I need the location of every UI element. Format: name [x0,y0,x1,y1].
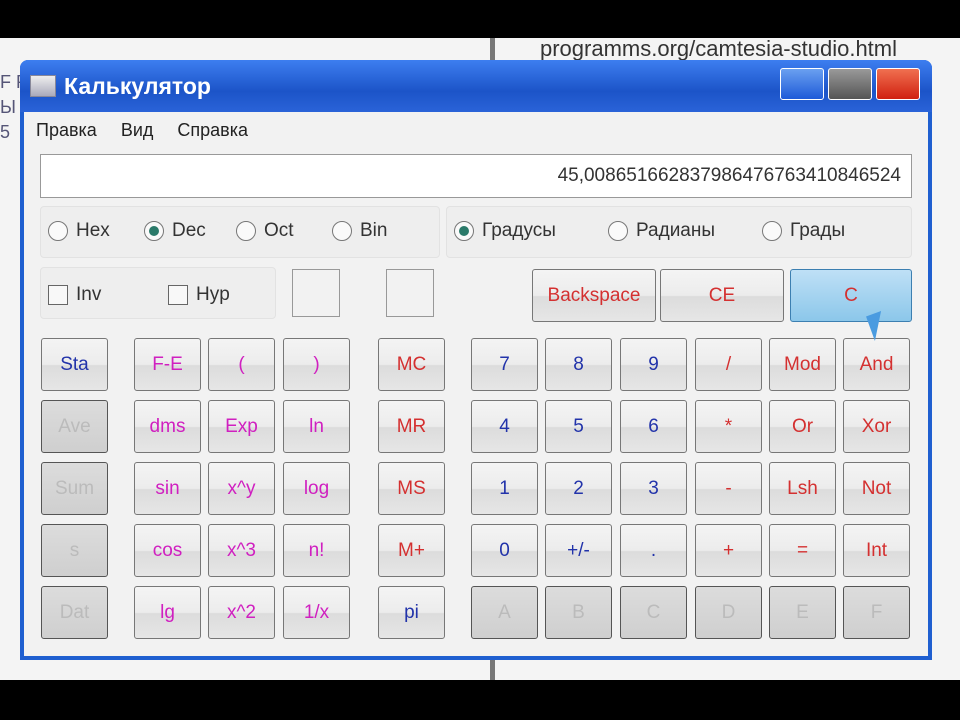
radio-dec[interactable]: Dec [144,220,206,242]
radio-degrees[interactable]: Градусы [454,220,556,242]
letterbox-bottom [0,680,960,720]
key-button[interactable]: ln [283,400,350,453]
maximize-button[interactable] [828,68,872,100]
key-button[interactable]: Sta [41,338,108,391]
menu-help[interactable]: Справка [177,120,248,141]
key-button[interactable]: And [843,338,910,391]
key-button[interactable]: pi [378,586,445,639]
display-field[interactable]: 45,008651662837986476763410846524 [40,154,912,198]
key-button[interactable]: Exp [208,400,275,453]
hyp-checkbox[interactable]: Hyp [168,284,230,306]
radio-oct[interactable]: Oct [236,220,294,242]
key-button[interactable]: 1 [471,462,538,515]
c-button[interactable]: C [790,269,912,322]
key-button[interactable]: log [283,462,350,515]
calculator-icon [30,75,56,97]
key-button[interactable]: Int [843,524,910,577]
background-url: programms.org/camtesia-studio.html [540,36,898,61]
radio-grads[interactable]: Грады [762,220,845,242]
radio-label: Грады [790,220,846,241]
calculator-window: Калькулятор Правка Вид Справка 45,008651… [20,60,932,660]
key-button[interactable]: MR [378,400,445,453]
key-button[interactable]: lg [134,586,201,639]
key-button[interactable]: x^y [208,462,275,515]
radio-label: Градусы [482,220,556,241]
key-button[interactable]: F [843,586,910,639]
radio-label: Радианы [636,220,716,241]
key-button[interactable]: 6 [620,400,687,453]
title-bar[interactable]: Калькулятор [20,60,932,112]
radio-label: Oct [264,220,294,241]
key-button[interactable]: 4 [471,400,538,453]
key-button[interactable]: 7 [471,338,538,391]
key-button[interactable]: + [695,524,762,577]
menu-bar: Правка Вид Справка [24,112,928,149]
client-area: Правка Вид Справка 45,008651662837986476… [24,112,928,656]
key-button[interactable]: ( [208,338,275,391]
memory-indicator [386,269,434,317]
key-button[interactable]: MS [378,462,445,515]
key-button[interactable]: Lsh [769,462,836,515]
key-button[interactable]: B [545,586,612,639]
key-button[interactable]: * [695,400,762,453]
key-button[interactable]: n! [283,524,350,577]
key-button[interactable]: . [620,524,687,577]
key-button[interactable]: Mod [769,338,836,391]
close-button[interactable] [876,68,920,100]
radio-label: Bin [360,220,388,241]
inv-label: Inv [76,284,102,305]
key-button[interactable]: Dat [41,586,108,639]
key-button[interactable]: sin [134,462,201,515]
key-button[interactable]: s [41,524,108,577]
window-title: Калькулятор [64,72,211,99]
key-button[interactable]: Ave [41,400,108,453]
radio-hex[interactable]: Hex [48,220,110,242]
key-button[interactable]: x^3 [208,524,275,577]
radio-label: Hex [76,220,110,241]
key-button[interactable]: +/- [545,524,612,577]
letterbox-top [0,0,960,38]
key-button[interactable]: F-E [134,338,201,391]
minimize-button[interactable] [780,68,824,100]
key-button[interactable]: ) [283,338,350,391]
key-button[interactable]: 5 [545,400,612,453]
key-button[interactable]: M+ [378,524,445,577]
key-button[interactable]: dms [134,400,201,453]
key-button[interactable]: 3 [620,462,687,515]
key-button[interactable]: 9 [620,338,687,391]
inv-checkbox[interactable]: Inv [48,284,101,306]
key-button[interactable]: Xor [843,400,910,453]
key-button[interactable]: 8 [545,338,612,391]
key-button[interactable]: 0 [471,524,538,577]
key-button[interactable]: / [695,338,762,391]
key-button[interactable]: x^2 [208,586,275,639]
key-button[interactable]: cos [134,524,201,577]
key-button[interactable]: MC [378,338,445,391]
menu-view[interactable]: Вид [121,120,154,141]
ce-button[interactable]: CE [660,269,784,322]
key-button[interactable]: D [695,586,762,639]
paren-indicator [292,269,340,317]
key-button[interactable]: Sum [41,462,108,515]
backspace-button[interactable]: Backspace [532,269,656,322]
radio-label: Dec [172,220,206,241]
key-button[interactable]: - [695,462,762,515]
radio-radians[interactable]: Радианы [608,220,715,242]
key-button[interactable]: 1/x [283,586,350,639]
key-button[interactable]: Or [769,400,836,453]
key-button[interactable]: A [471,586,538,639]
radio-bin[interactable]: Bin [332,220,387,242]
key-button[interactable]: C [620,586,687,639]
key-button[interactable]: Not [843,462,910,515]
key-button[interactable]: E [769,586,836,639]
menu-edit[interactable]: Правка [36,120,97,141]
key-button[interactable]: = [769,524,836,577]
hyp-label: Hyp [196,284,230,305]
key-button[interactable]: 2 [545,462,612,515]
